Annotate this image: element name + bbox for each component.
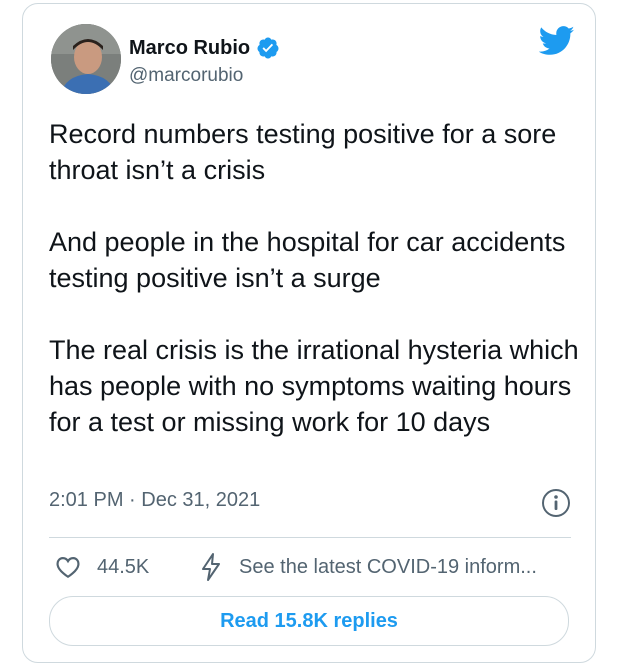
avatar[interactable] — [51, 24, 121, 94]
like-count[interactable]: 44.5K — [97, 556, 149, 579]
timestamp-separator: · — [129, 489, 136, 511]
divider — [49, 537, 571, 538]
action-bar: 44.5K See the latest COVID-19 inform... — [49, 550, 579, 586]
author-name[interactable]: Marco Rubio — [129, 37, 250, 60]
timestamp[interactable]: 2:01 PM · Dec 31, 2021 — [49, 489, 260, 512]
info-icon[interactable] — [541, 488, 571, 518]
tweet-date: Dec 31, 2021 — [141, 489, 261, 511]
tweet-card: Marco Rubio @marcorubio Record numbers t… — [22, 3, 596, 663]
tweet-time: 2:01 PM — [49, 489, 124, 511]
read-replies-button[interactable]: Read 15.8K replies — [49, 596, 569, 646]
covid-info-link[interactable]: See the latest COVID-19 inform... — [239, 556, 537, 579]
author-row: Marco Rubio — [129, 36, 280, 60]
author-handle[interactable]: @marcorubio — [129, 65, 243, 87]
verified-badge-icon — [257, 37, 279, 59]
twitter-bird-icon[interactable] — [539, 26, 575, 56]
lightning-bolt-icon — [202, 553, 220, 581]
tweet-text: Record numbers testing positive for a so… — [49, 119, 579, 437]
heart-icon[interactable] — [55, 554, 81, 580]
